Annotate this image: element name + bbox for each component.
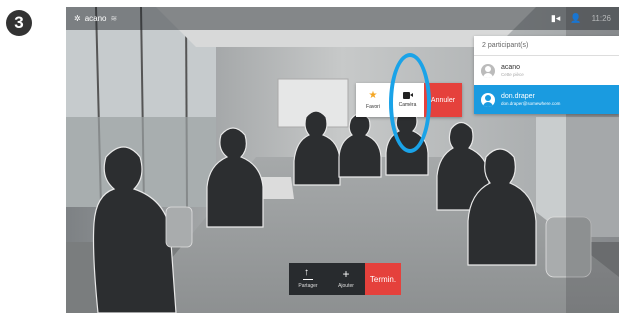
participant-detail: Cette pièce <box>501 71 524 77</box>
gear-icon[interactable]: ✲ <box>74 14 81 23</box>
share-label: Partager <box>298 282 318 289</box>
participants-list-panel: 2 participant(s) acano Cette pièce don.d… <box>474 36 619 114</box>
share-button[interactable]: Partager <box>289 263 327 295</box>
participants-icon[interactable]: 👤 <box>570 13 581 24</box>
clock-time: 11:26 <box>591 14 611 23</box>
video-call-screen: ✲ acano ≋ ▮◂ 👤 11:26 2 participant(s) ac… <box>66 7 619 313</box>
favorite-button[interactable]: ★ Favori <box>356 83 390 117</box>
participant-detail: don.draper@somewhere.com <box>501 100 561 106</box>
top-status-bar: ✲ acano ≋ ▮◂ 👤 11:26 <box>66 7 619 30</box>
participant-row[interactable]: acano Cette pièce <box>474 56 619 85</box>
wifi-icon: ≋ <box>110 14 118 23</box>
avatar-icon <box>481 63 495 78</box>
participant-name: acano <box>501 63 521 71</box>
avatar-icon <box>481 92 495 107</box>
participants-count-header: 2 participant(s) <box>474 36 619 56</box>
camera-self-view-icon[interactable]: ▮◂ <box>551 13 560 24</box>
favorite-label: Favori <box>366 103 380 110</box>
participant-name: don.draper <box>501 92 535 100</box>
end-call-button[interactable]: Termin. <box>365 263 401 295</box>
system-name[interactable]: acano <box>85 14 107 23</box>
step-number-badge: 3 <box>6 10 32 36</box>
plus-icon: + <box>342 267 350 281</box>
participant-row-selected[interactable]: don.draper don.draper@somewhere.com <box>474 85 619 114</box>
star-icon: ★ <box>368 89 378 101</box>
add-participant-button[interactable]: + Ajouter <box>327 263 365 295</box>
add-label: Ajouter <box>338 283 354 289</box>
camera-button-highlight-ring <box>389 53 431 153</box>
call-control-bar: Partager + Ajouter Termin. <box>289 263 401 295</box>
share-icon <box>303 267 313 280</box>
